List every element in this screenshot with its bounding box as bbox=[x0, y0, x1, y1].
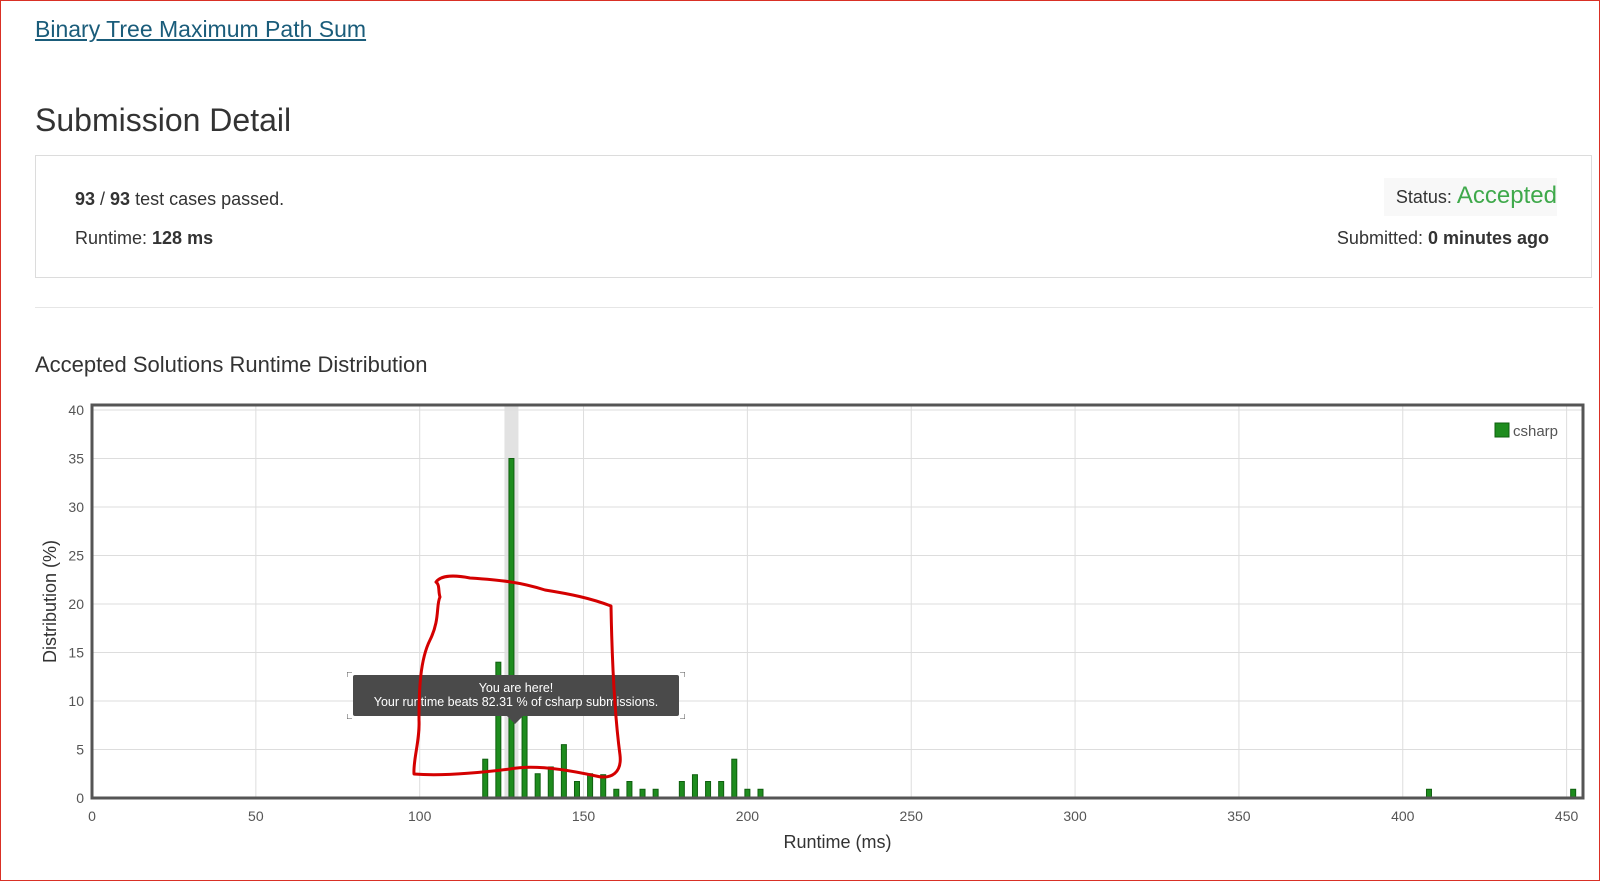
runtime-bar bbox=[691, 774, 698, 799]
y-tick-label: 10 bbox=[68, 693, 84, 709]
runtime-bar bbox=[718, 781, 725, 799]
x-tick-label: 300 bbox=[1063, 808, 1087, 824]
status-badge[interactable]: Accepted bbox=[1457, 182, 1557, 209]
runtime-bar bbox=[547, 766, 554, 799]
x-tick-label: 450 bbox=[1555, 808, 1579, 824]
y-tick-label: 20 bbox=[68, 596, 84, 612]
x-tick-label: 100 bbox=[408, 808, 432, 824]
x-tick-label: 250 bbox=[900, 808, 924, 824]
cases-separator: / bbox=[95, 189, 111, 209]
x-tick-label: 50 bbox=[248, 808, 264, 824]
runtime-bar bbox=[482, 758, 489, 799]
y-tick-label: 15 bbox=[68, 645, 84, 661]
y-tick-label: 35 bbox=[68, 451, 84, 467]
cases-suffix: test cases passed. bbox=[130, 189, 285, 209]
runtime-bar bbox=[587, 773, 594, 799]
test-cases-line: 93 / 93 test cases passed. bbox=[75, 189, 284, 210]
y-tick-label: 25 bbox=[68, 548, 84, 564]
runtime-line: Runtime: 128 ms bbox=[75, 228, 213, 249]
y-tick-label: 40 bbox=[68, 402, 84, 418]
x-axis-title: Runtime (ms) bbox=[783, 832, 891, 852]
runtime-bar bbox=[560, 744, 567, 799]
submitted-value: 0 minutes ago bbox=[1427, 228, 1549, 248]
status-box: Status: Accepted bbox=[1383, 178, 1557, 216]
x-tick-label: 0 bbox=[88, 808, 96, 824]
status-label: Status: bbox=[1395, 187, 1457, 207]
total-count: 93 bbox=[110, 189, 131, 209]
submission-summary-panel: 93 / 93 test cases passed. Runtime: 128 … bbox=[35, 155, 1592, 278]
x-tick-label: 200 bbox=[736, 808, 760, 824]
runtime-tooltip: You are here! Your runtime beats 82.31 %… bbox=[353, 675, 679, 724]
y-tick-label: 30 bbox=[68, 499, 84, 515]
tooltip-heading: You are here! bbox=[478, 681, 554, 695]
legend-swatch bbox=[1494, 422, 1510, 438]
runtime-bar bbox=[534, 773, 541, 799]
runtime-value: 128 ms bbox=[152, 228, 214, 248]
runtime-bar bbox=[508, 458, 515, 799]
runtime-bar bbox=[600, 774, 607, 799]
passed-count: 93 bbox=[75, 189, 96, 209]
submitted-label: Submitted: bbox=[1336, 228, 1428, 248]
runtime-bar bbox=[731, 758, 738, 799]
runtime-distribution-chart: 0 50 100 150 200 250 300 350 400 450 0 5 10 15 20 25 30 3… bbox=[40, 402, 1585, 852]
runtime-bar bbox=[678, 781, 685, 799]
plot-area bbox=[92, 405, 1583, 798]
page-title: Submission Detail bbox=[35, 102, 292, 138]
runtime-bar bbox=[705, 781, 712, 799]
distribution-title: Accepted Solutions Runtime Distribution bbox=[35, 352, 428, 377]
tooltip-message: Your runtime beats 82.31 % of csharp sub… bbox=[373, 695, 659, 709]
legend-label: csharp bbox=[1513, 423, 1558, 440]
submitted-line: Submitted: 0 minutes ago bbox=[1337, 228, 1549, 249]
x-tick-label: 150 bbox=[572, 808, 596, 824]
y-tick-label: 5 bbox=[76, 742, 84, 758]
divider bbox=[35, 307, 1593, 308]
x-tick-label: 400 bbox=[1391, 808, 1415, 824]
y-axis-title: Distribution (%) bbox=[40, 540, 60, 663]
runtime-bar bbox=[573, 781, 580, 799]
problem-title-link[interactable]: Binary Tree Maximum Path Sum bbox=[35, 16, 366, 43]
runtime-bar bbox=[626, 781, 633, 799]
runtime-label: Runtime: bbox=[75, 228, 153, 248]
y-tick-label: 0 bbox=[76, 790, 84, 806]
x-tick-label: 350 bbox=[1227, 808, 1251, 824]
